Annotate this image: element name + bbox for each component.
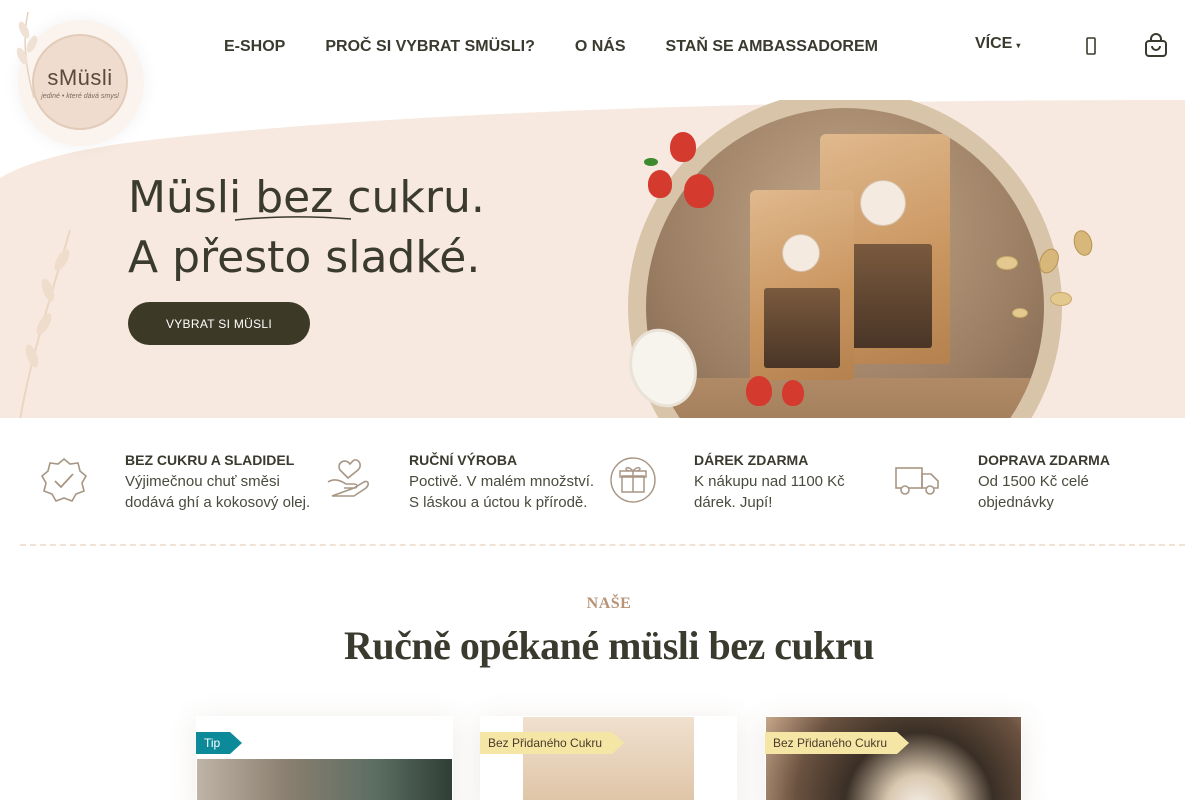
chevron-down-icon: ▾	[1016, 41, 1021, 50]
cart-icon[interactable]	[1143, 33, 1169, 59]
product-image	[197, 759, 452, 800]
product-bag-small	[750, 190, 854, 380]
nav-item-why-smusli[interactable]: PROČ SI VYBRAT SMÜSLI?	[325, 38, 535, 56]
product-card[interactable]: Bez Přidaného Cukru	[765, 716, 1022, 800]
product-card[interactable]: Tip	[196, 716, 453, 800]
oat-decoration	[1012, 308, 1028, 318]
nav-item-about[interactable]: O NÁS	[575, 38, 626, 56]
feature-description: Poctivě. V malém množství. S láskou a úc…	[409, 473, 595, 511]
strawberry-decoration	[684, 174, 714, 208]
underline-decoration	[234, 216, 352, 221]
site-header: sMüsli jediné • které dává smysl E-SHOP …	[0, 0, 1200, 146]
oat-decoration	[1050, 292, 1072, 306]
choose-muesli-button[interactable]: VYBRAT SI MÜSLI	[128, 302, 310, 345]
hand-heart-icon	[327, 459, 369, 497]
card-ribbon: Tip	[196, 732, 243, 754]
feature-text: RUČNÍ VÝROBA Poctivě. V malém množství. …	[409, 452, 599, 513]
product-card[interactable]: Bez Přidaného Cukru	[480, 716, 737, 800]
user-icon[interactable]	[1082, 36, 1100, 56]
more-menu[interactable]: VÍCE ▾	[975, 35, 1020, 53]
feature-text: DOPRAVA ZDARMA Od 1500 Kč celé objednávk…	[978, 452, 1168, 513]
logo-badge: sMüsli jediné • které dává smysl	[32, 34, 128, 130]
section-title: Ručně opékané müsli bez cukru	[344, 623, 875, 668]
truck-icon	[895, 467, 939, 495]
product-image	[766, 717, 1021, 800]
feature-text: DÁREK ZDARMA K nákupu nad 1100 Kč dárek.…	[694, 452, 884, 513]
logo-tagline: jediné • které dává smysl	[41, 92, 119, 100]
main-nav: E-SHOP PROČ SI VYBRAT SMÜSLI? O NÁS STAŇ…	[224, 38, 878, 56]
feature-text: BEZ CUKRU A SLADIDEL Výjimečnou chuť smě…	[125, 452, 315, 513]
gift-icon	[610, 457, 656, 503]
hero-banner: Müsli bez cukru. A přesto sladké. VYBRAT…	[0, 100, 1185, 418]
feature-description: Od 1500 Kč celé objednávky	[978, 473, 1089, 511]
feature-description: Výjimečnou chuť směsi dodává ghí a kokos…	[125, 473, 311, 511]
more-menu-label: VÍCE	[975, 35, 1013, 52]
photo-table	[646, 378, 1044, 418]
product-image	[523, 717, 694, 800]
oat-decoration	[996, 256, 1018, 270]
logo-name: sMüsli	[47, 64, 113, 90]
hero-title-line2: A přesto sladké.	[128, 232, 481, 283]
nav-item-ambassador[interactable]: STAŇ SE AMBASSADOREM	[666, 38, 878, 56]
nav-item-eshop[interactable]: E-SHOP	[224, 38, 285, 56]
card-ribbon: Bez Přidaného Cukru	[480, 732, 625, 754]
features-strip: BEZ CUKRU A SLADIDEL Výjimečnou chuť smě…	[0, 418, 1200, 544]
feature-title: DOPRAVA ZDARMA	[978, 452, 1110, 468]
feature-title: RUČNÍ VÝROBA	[409, 452, 518, 468]
feature-title: BEZ CUKRU A SLADIDEL	[125, 452, 295, 468]
feature-description: K nákupu nad 1100 Kč dárek. Jupí!	[694, 473, 845, 511]
section-divider	[20, 544, 1185, 546]
logo[interactable]: sMüsli jediné • které dává smysl	[16, 11, 144, 146]
check-badge-icon	[40, 457, 88, 502]
wheat-decoration-icon	[19, 229, 71, 418]
strawberry-decoration	[648, 170, 672, 198]
section-kicker: NAŠE	[586, 595, 632, 612]
card-ribbon: Bez Přidaného Cukru	[765, 732, 910, 754]
feature-title: DÁREK ZDARMA	[694, 452, 809, 468]
hero-title: Müsli bez cukru. A přesto sladké.	[128, 168, 485, 288]
strawberry-decoration	[670, 132, 696, 162]
